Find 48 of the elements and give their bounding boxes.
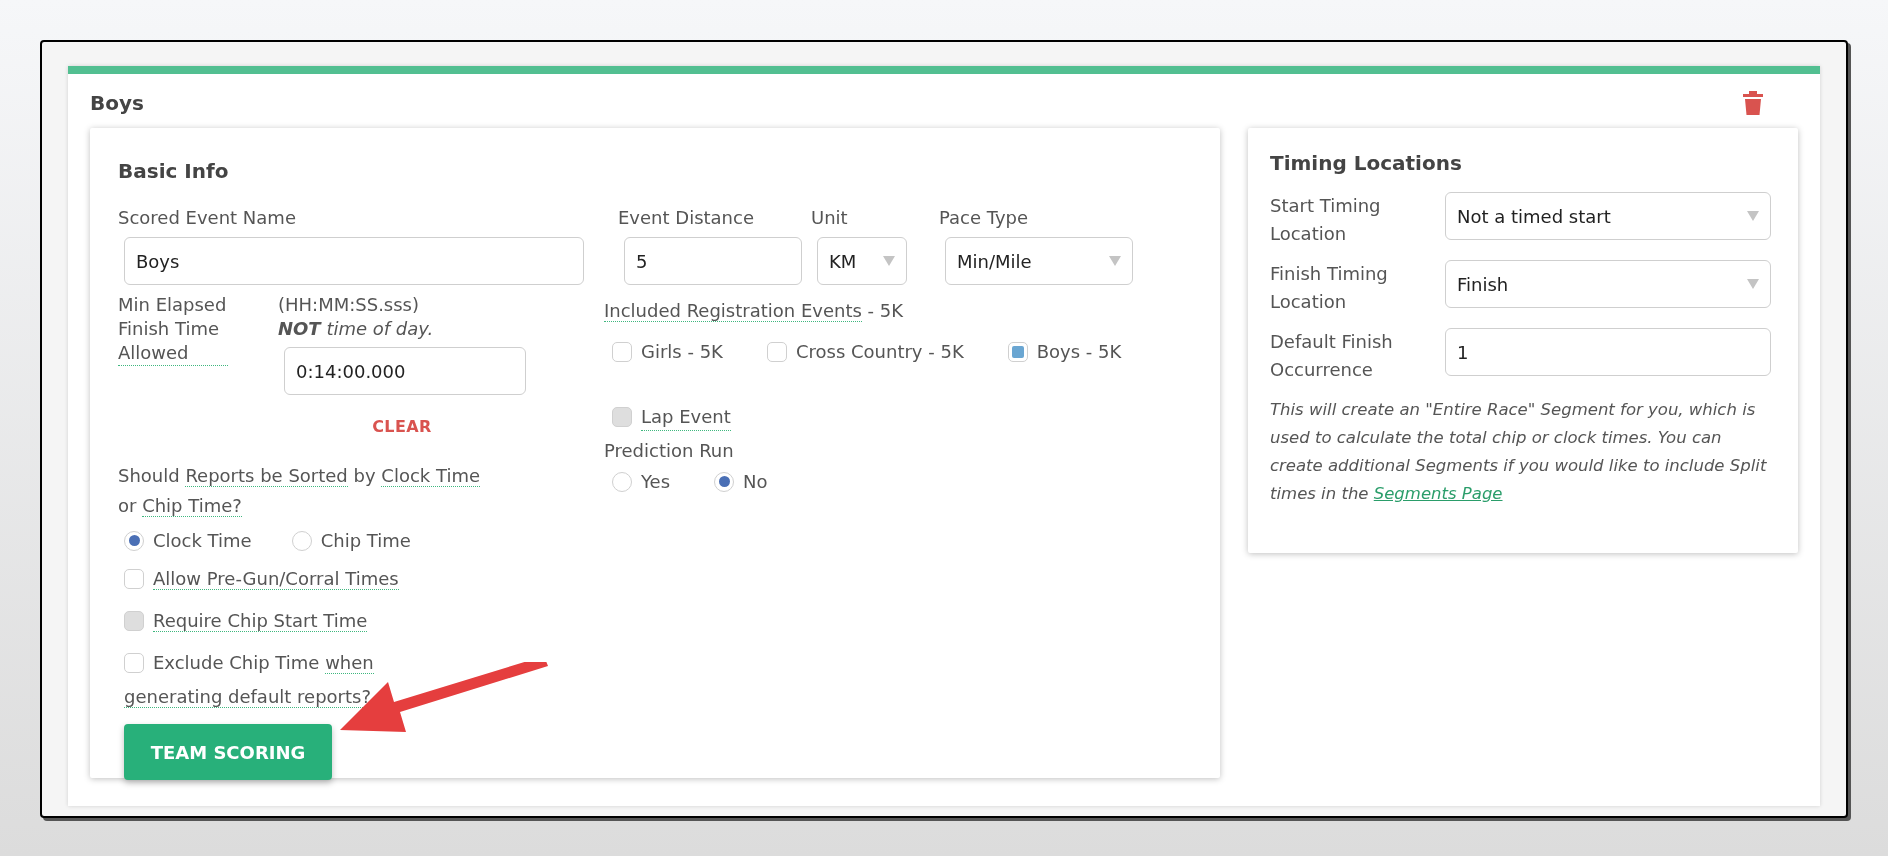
card-title: Basic Info: [118, 158, 230, 185]
checkbox-label: Cross Country - 5K: [795, 340, 964, 364]
checkbox-label: Boys - 5K: [1036, 340, 1122, 364]
field-label: Min Elapsed Finish Time Allowed: [118, 293, 228, 366]
checkbox[interactable]: [612, 341, 632, 362]
field-label: Pace Type: [939, 206, 1030, 230]
checkbox[interactable]: [766, 341, 787, 362]
unit-select[interactable]: KM: [817, 237, 907, 285]
field-label: Finish Timing Location: [1270, 262, 1389, 314]
radio-label: Chip Time: [320, 529, 411, 553]
location-select[interactable]: Not a timed start: [1445, 192, 1771, 240]
caret-icon: [1109, 256, 1121, 266]
radio-label: No: [743, 470, 768, 494]
checkbox[interactable]: [1007, 341, 1028, 362]
format-hint: (HH:MM:SS.sss): [278, 293, 420, 317]
location-select[interactable]: Finish: [1445, 260, 1771, 308]
trash-icon[interactable]: [1742, 90, 1764, 116]
field-label: Start Timing Location: [1270, 194, 1382, 246]
sort-question: Should Reports be Sorted by Clock Time or Chip Time?: [118, 464, 482, 519]
field-label: Prediction Run: [604, 439, 735, 463]
radio-label: Clock Time: [153, 529, 252, 553]
time-note: NOT time of day.: [278, 317, 435, 341]
event-name-field[interactable]: Boys: [124, 237, 584, 285]
field-label: Event Distance: [618, 206, 755, 230]
checkbox-label: Girls - 5K: [641, 340, 723, 364]
caret-icon: [883, 256, 895, 266]
checkbox[interactable]: [124, 569, 144, 589]
field-label: Default Finish Occurrence: [1270, 330, 1394, 382]
radio-button[interactable]: [291, 530, 312, 551]
field-label: Unit: [811, 206, 849, 230]
card-title: Timing Locations: [1270, 150, 1463, 177]
checkbox-label: Lap Event: [641, 403, 731, 431]
checkbox[interactable]: [124, 653, 144, 673]
time-field[interactable]: 0:14:00.000: [284, 347, 526, 395]
field-label: Scored Event Name: [118, 206, 297, 230]
distance-field[interactable]: 5: [624, 237, 802, 285]
field-label: Included Registration Events - 5K: [604, 300, 904, 322]
section-title: Boys: [90, 90, 144, 117]
radio-button[interactable]: [612, 471, 632, 492]
pace-type-select[interactable]: Min/Mile: [945, 237, 1133, 285]
radio-button[interactable]: [124, 530, 144, 551]
clear-button[interactable]: CLEAR: [372, 415, 432, 439]
caret-icon: [1747, 279, 1759, 289]
radio-button[interactable]: [714, 471, 735, 492]
occurrence-field[interactable]: 1: [1445, 328, 1771, 376]
caret-icon: [1747, 211, 1759, 221]
radio-label: Yes: [641, 470, 671, 494]
segment-note: This will create an "Entire Race" Segment for you, which is used to calculate the total chip or clock times. You can create additional Segments if you would like to include Split times in the Segments Page: [1270, 399, 1768, 505]
